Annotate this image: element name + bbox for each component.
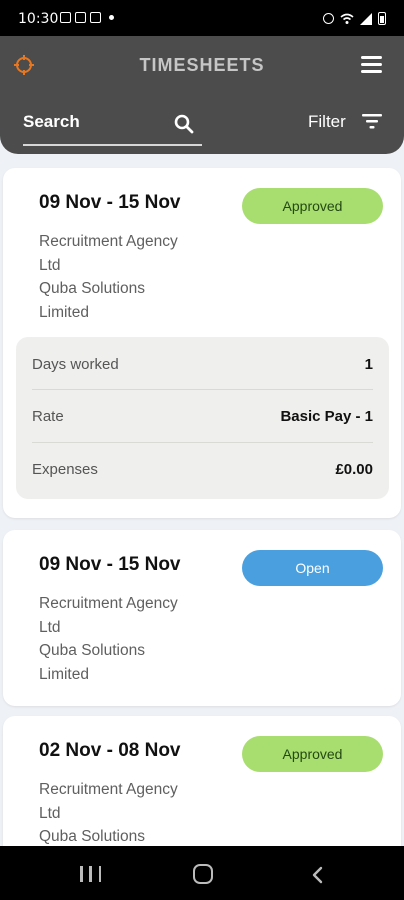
search-icon[interactable]: [174, 114, 194, 134]
system-navigation-bar: [0, 846, 404, 900]
divider: [32, 389, 373, 390]
date-range: 02 Nov - 08 Nov: [39, 740, 181, 761]
detail-label: Rate: [32, 408, 64, 425]
recent-apps-icon[interactable]: [80, 866, 101, 882]
wifi-icon: [340, 13, 354, 24]
timesheet-card[interactable]: 09 Nov - 15 Nov Open Recruitment Agency …: [3, 530, 401, 706]
filter-icon[interactable]: [362, 113, 382, 129]
battery-icon: [378, 12, 386, 25]
back-icon[interactable]: [308, 866, 328, 884]
agency-name-line: Recruitment Agency: [39, 781, 178, 798]
home-icon[interactable]: [193, 864, 213, 884]
date-range: 09 Nov - 15 Nov: [39, 192, 181, 213]
detail-row-days-worked: Days worked 1: [32, 339, 373, 391]
agency-name-line: Ltd: [39, 618, 61, 636]
company-name-line: Limited: [39, 665, 89, 683]
timesheet-card[interactable]: 09 Nov - 15 Nov Approved Recruitment Age…: [3, 168, 401, 518]
agency-info: Recruitment Agency Ltd Quba Solutions: [39, 778, 219, 849]
detail-label: Days worked: [32, 356, 119, 373]
detail-value: Basic Pay - 1: [280, 408, 373, 425]
detail-row-rate: Rate Basic Pay - 1: [32, 391, 373, 443]
message-notification-icon: [90, 12, 101, 23]
hamburger-menu-icon[interactable]: [361, 56, 382, 74]
timesheet-details: Days worked 1 Rate Basic Pay - 1 Expense…: [16, 337, 389, 499]
status-badge: Open: [242, 550, 383, 586]
alarm-icon: [323, 13, 334, 24]
agency-name-line: Recruitment Agency: [39, 595, 178, 612]
company-name-line: Quba Solutions: [39, 280, 145, 297]
detail-row-expenses: Expenses £0.00: [32, 444, 373, 496]
status-bar: 10:30: [0, 0, 404, 36]
page-title: TIMESHEETS: [139, 55, 265, 75]
status-time: 10:30: [18, 11, 59, 27]
search-input[interactable]: Search: [23, 110, 202, 146]
date-range: 09 Nov - 15 Nov: [39, 554, 181, 575]
detail-value: £0.00: [335, 461, 373, 478]
agency-name-line: Ltd: [39, 804, 61, 822]
agency-name-line: Recruitment Agency: [39, 233, 178, 250]
notification-icons: [60, 12, 114, 23]
app-notification-icon: [75, 12, 86, 23]
detail-label: Expenses: [32, 461, 98, 478]
detail-value: 1: [364, 356, 373, 373]
agency-info: Recruitment Agency Ltd Quba Solutions Li…: [39, 592, 219, 686]
filter-button[interactable]: Filter: [308, 112, 346, 132]
divider: [32, 442, 373, 443]
app-header: TIMESHEETS Search Filter: [0, 36, 404, 154]
agency-info: Recruitment Agency Ltd Quba Solutions Li…: [39, 230, 219, 324]
gallery-notification-icon: [60, 12, 71, 23]
company-name-line: Quba Solutions: [39, 828, 145, 845]
more-notifications-dot-icon: [109, 15, 114, 20]
company-name-line: Limited: [39, 303, 89, 321]
signal-icon: [360, 12, 372, 25]
search-label: Search: [23, 112, 80, 131]
system-icons: [323, 12, 386, 25]
status-badge: Approved: [242, 188, 383, 224]
company-name-line: Quba Solutions: [39, 642, 145, 659]
agency-name-line: Ltd: [39, 256, 61, 274]
status-badge: Approved: [242, 736, 383, 772]
